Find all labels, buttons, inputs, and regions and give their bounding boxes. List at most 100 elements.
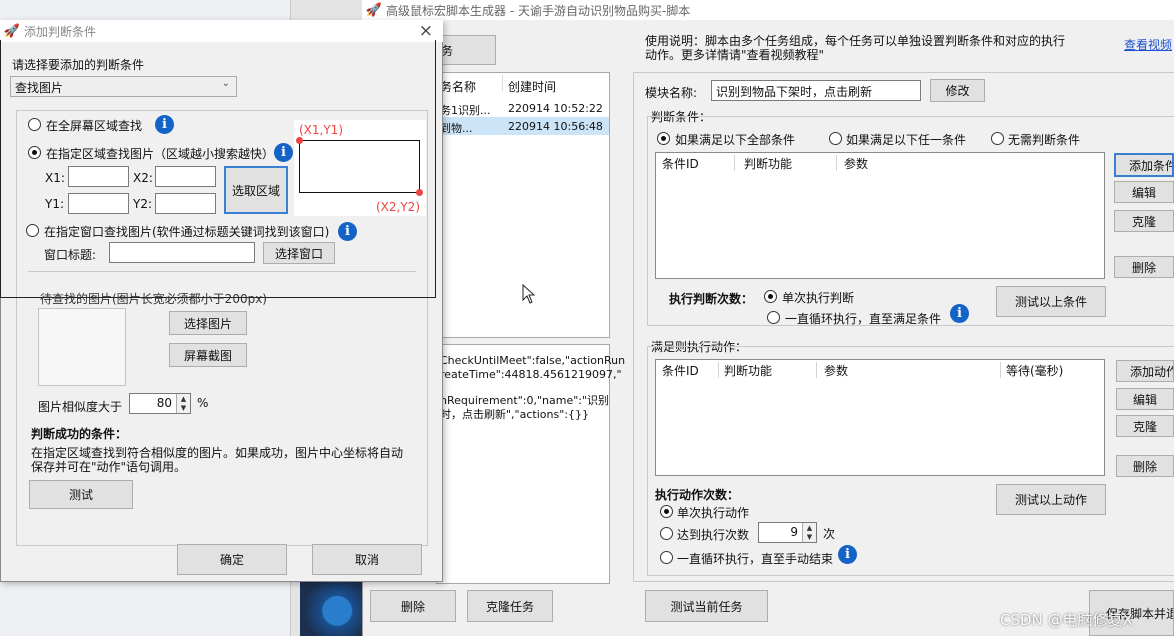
mouse-cursor-icon: [522, 283, 536, 304]
x1-label: X1:: [45, 171, 65, 185]
info-icon[interactable]: i: [838, 545, 857, 564]
radio-action-count[interactable]: [660, 527, 673, 540]
delete-action-button[interactable]: 删除: [1116, 455, 1174, 477]
radio-fullscreen-label: 在全屏幕区域查找: [46, 119, 143, 133]
task-row-time: 220914 10:52:22: [508, 102, 603, 115]
info-icon[interactable]: i: [274, 143, 293, 162]
test-current-task-button[interactable]: 测试当前任务: [645, 590, 768, 622]
table-column-sep: [1000, 362, 1001, 378]
radio-no-condition[interactable]: [991, 132, 1004, 145]
action-count-unit: 次: [823, 527, 836, 541]
window-title-label: 窗口标题:: [44, 248, 97, 262]
action-count-spinner[interactable]: ▲ ▼: [802, 523, 816, 542]
add-action-button[interactable]: 添加动作: [1116, 360, 1174, 382]
y2-input[interactable]: [155, 193, 216, 214]
image-section-label: 待查找的图片(图片长宽必须都小于200px): [40, 292, 267, 306]
radio-all-conditions[interactable]: [657, 132, 670, 145]
task-row-time: 220914 10:56:48: [508, 120, 603, 133]
table-header: 条件ID: [662, 157, 699, 171]
clone-condition-button[interactable]: 克隆: [1114, 210, 1174, 232]
watermark: CSDN @电脑修复X: [1000, 611, 1133, 629]
table-header: 判断功能: [744, 157, 793, 171]
test-conditions-button[interactable]: 测试以上条件: [996, 286, 1106, 317]
json-preview-line: CheckUntilMeet":false,"actionRun: [440, 354, 626, 367]
app-icon: 🚀: [365, 2, 383, 18]
module-name-input[interactable]: 识别到物品下架时，点击刷新: [711, 80, 921, 101]
edit-condition-button[interactable]: 编辑: [1114, 181, 1174, 203]
region-corner-marker: [416, 189, 423, 196]
success-title: 判断成功的条件：: [31, 427, 128, 441]
action-table[interactable]: 条件ID 判断功能 参数 等待(毫秒): [655, 359, 1105, 476]
radio-action-loop[interactable]: [660, 551, 673, 564]
select-region-button[interactable]: 选取区域: [224, 166, 288, 214]
table-column-sep: [816, 362, 817, 378]
image-preview: [38, 308, 126, 386]
delete-condition-button[interactable]: 删除: [1114, 256, 1174, 278]
radio-action-loop-label: 一直循环执行，直至手动结束: [677, 552, 834, 566]
radio-region[interactable]: [28, 146, 41, 159]
table-header: 判断功能: [724, 364, 773, 378]
radio-action-count-label: 达到执行次数: [677, 528, 750, 542]
radio-action-once[interactable]: [660, 505, 673, 518]
info-icon[interactable]: i: [950, 304, 969, 323]
task-list-header-name: 务名称: [440, 80, 477, 94]
y2-label: Y2:: [133, 197, 153, 211]
add-task-button[interactable]: 务: [436, 35, 496, 65]
test-button[interactable]: 测试: [29, 480, 133, 509]
x1-input[interactable]: [68, 166, 129, 187]
modify-button[interactable]: 修改: [930, 79, 985, 102]
radio-judge-loop[interactable]: [767, 311, 780, 324]
window-title-input[interactable]: [109, 242, 255, 263]
region-bottom-right-label: (X2,Y2): [376, 200, 420, 214]
region-preview-rect: [299, 140, 420, 193]
clone-action-button[interactable]: 克隆: [1116, 415, 1174, 437]
radio-all-conditions-label: 如果满足以下全部条件: [675, 133, 796, 147]
table-header: 参数: [824, 364, 849, 378]
dialog-title: 添加判断条件: [24, 24, 97, 39]
spin-down-icon[interactable]: ▼: [181, 404, 186, 412]
select-image-button[interactable]: 选择图片: [169, 311, 247, 335]
region-corner-marker: [296, 137, 303, 144]
radio-judge-loop-label: 一直循环执行，直至满足条件: [785, 312, 942, 326]
main-window-title: 高级鼠标宏脚本生成器 - 天谕手游自动识别物品购买-脚本: [386, 3, 691, 18]
divider: [28, 271, 416, 272]
edit-action-button[interactable]: 编辑: [1116, 388, 1174, 410]
ok-button[interactable]: 确定: [177, 544, 287, 575]
radio-region-label: 在指定区域查找图片（区域越小搜索越快）: [46, 147, 275, 161]
video-tutorial-link[interactable]: 查看视频: [1124, 36, 1172, 53]
select-window-button[interactable]: 选择窗口: [263, 242, 335, 264]
spin-up-icon[interactable]: ▲: [181, 395, 186, 403]
task-row-name: 务1识别...: [440, 104, 491, 117]
module-name-label: 模块名称:: [645, 86, 698, 100]
condition-table[interactable]: 条件ID 判断功能 参数: [655, 152, 1105, 279]
spin-down-icon[interactable]: ▼: [807, 533, 812, 541]
y1-input[interactable]: [68, 193, 129, 214]
similarity-value: 80: [156, 396, 172, 410]
similarity-unit: %: [197, 396, 209, 410]
x2-label: X2:: [133, 171, 153, 185]
table-header: 等待(毫秒): [1006, 364, 1064, 378]
x2-input[interactable]: [155, 166, 216, 187]
action-count-value: 9: [790, 525, 798, 539]
dialog-titlebar: 🚀 添加判断条件 ×: [0, 20, 443, 42]
radio-fullscreen[interactable]: [28, 118, 41, 131]
table-column-sep: [718, 362, 719, 378]
radio-judge-once-label: 单次执行判断: [782, 291, 855, 305]
exec-judge-label: 执行判断次数：: [669, 292, 754, 306]
json-preview-line: reateTime":44818.4561219097,": [440, 368, 622, 381]
table-header: 条件ID: [662, 364, 699, 378]
similarity-spinner[interactable]: ▲ ▼: [176, 394, 190, 413]
info-icon[interactable]: i: [155, 115, 174, 134]
close-icon[interactable]: ×: [419, 21, 433, 41]
radio-window[interactable]: [26, 224, 39, 237]
spin-up-icon[interactable]: ▲: [807, 524, 812, 532]
clone-task-button[interactable]: 克隆任务: [467, 590, 553, 622]
info-icon[interactable]: i: [338, 222, 357, 241]
radio-judge-once[interactable]: [764, 290, 777, 303]
delete-task-button[interactable]: 删除: [370, 590, 456, 622]
screenshot-button[interactable]: 屏幕截图: [169, 343, 247, 367]
add-condition-button[interactable]: 添加条件: [1114, 153, 1174, 177]
cancel-button[interactable]: 取消: [312, 544, 422, 575]
radio-any-condition[interactable]: [829, 132, 842, 145]
test-actions-button[interactable]: 测试以上动作: [996, 484, 1106, 515]
